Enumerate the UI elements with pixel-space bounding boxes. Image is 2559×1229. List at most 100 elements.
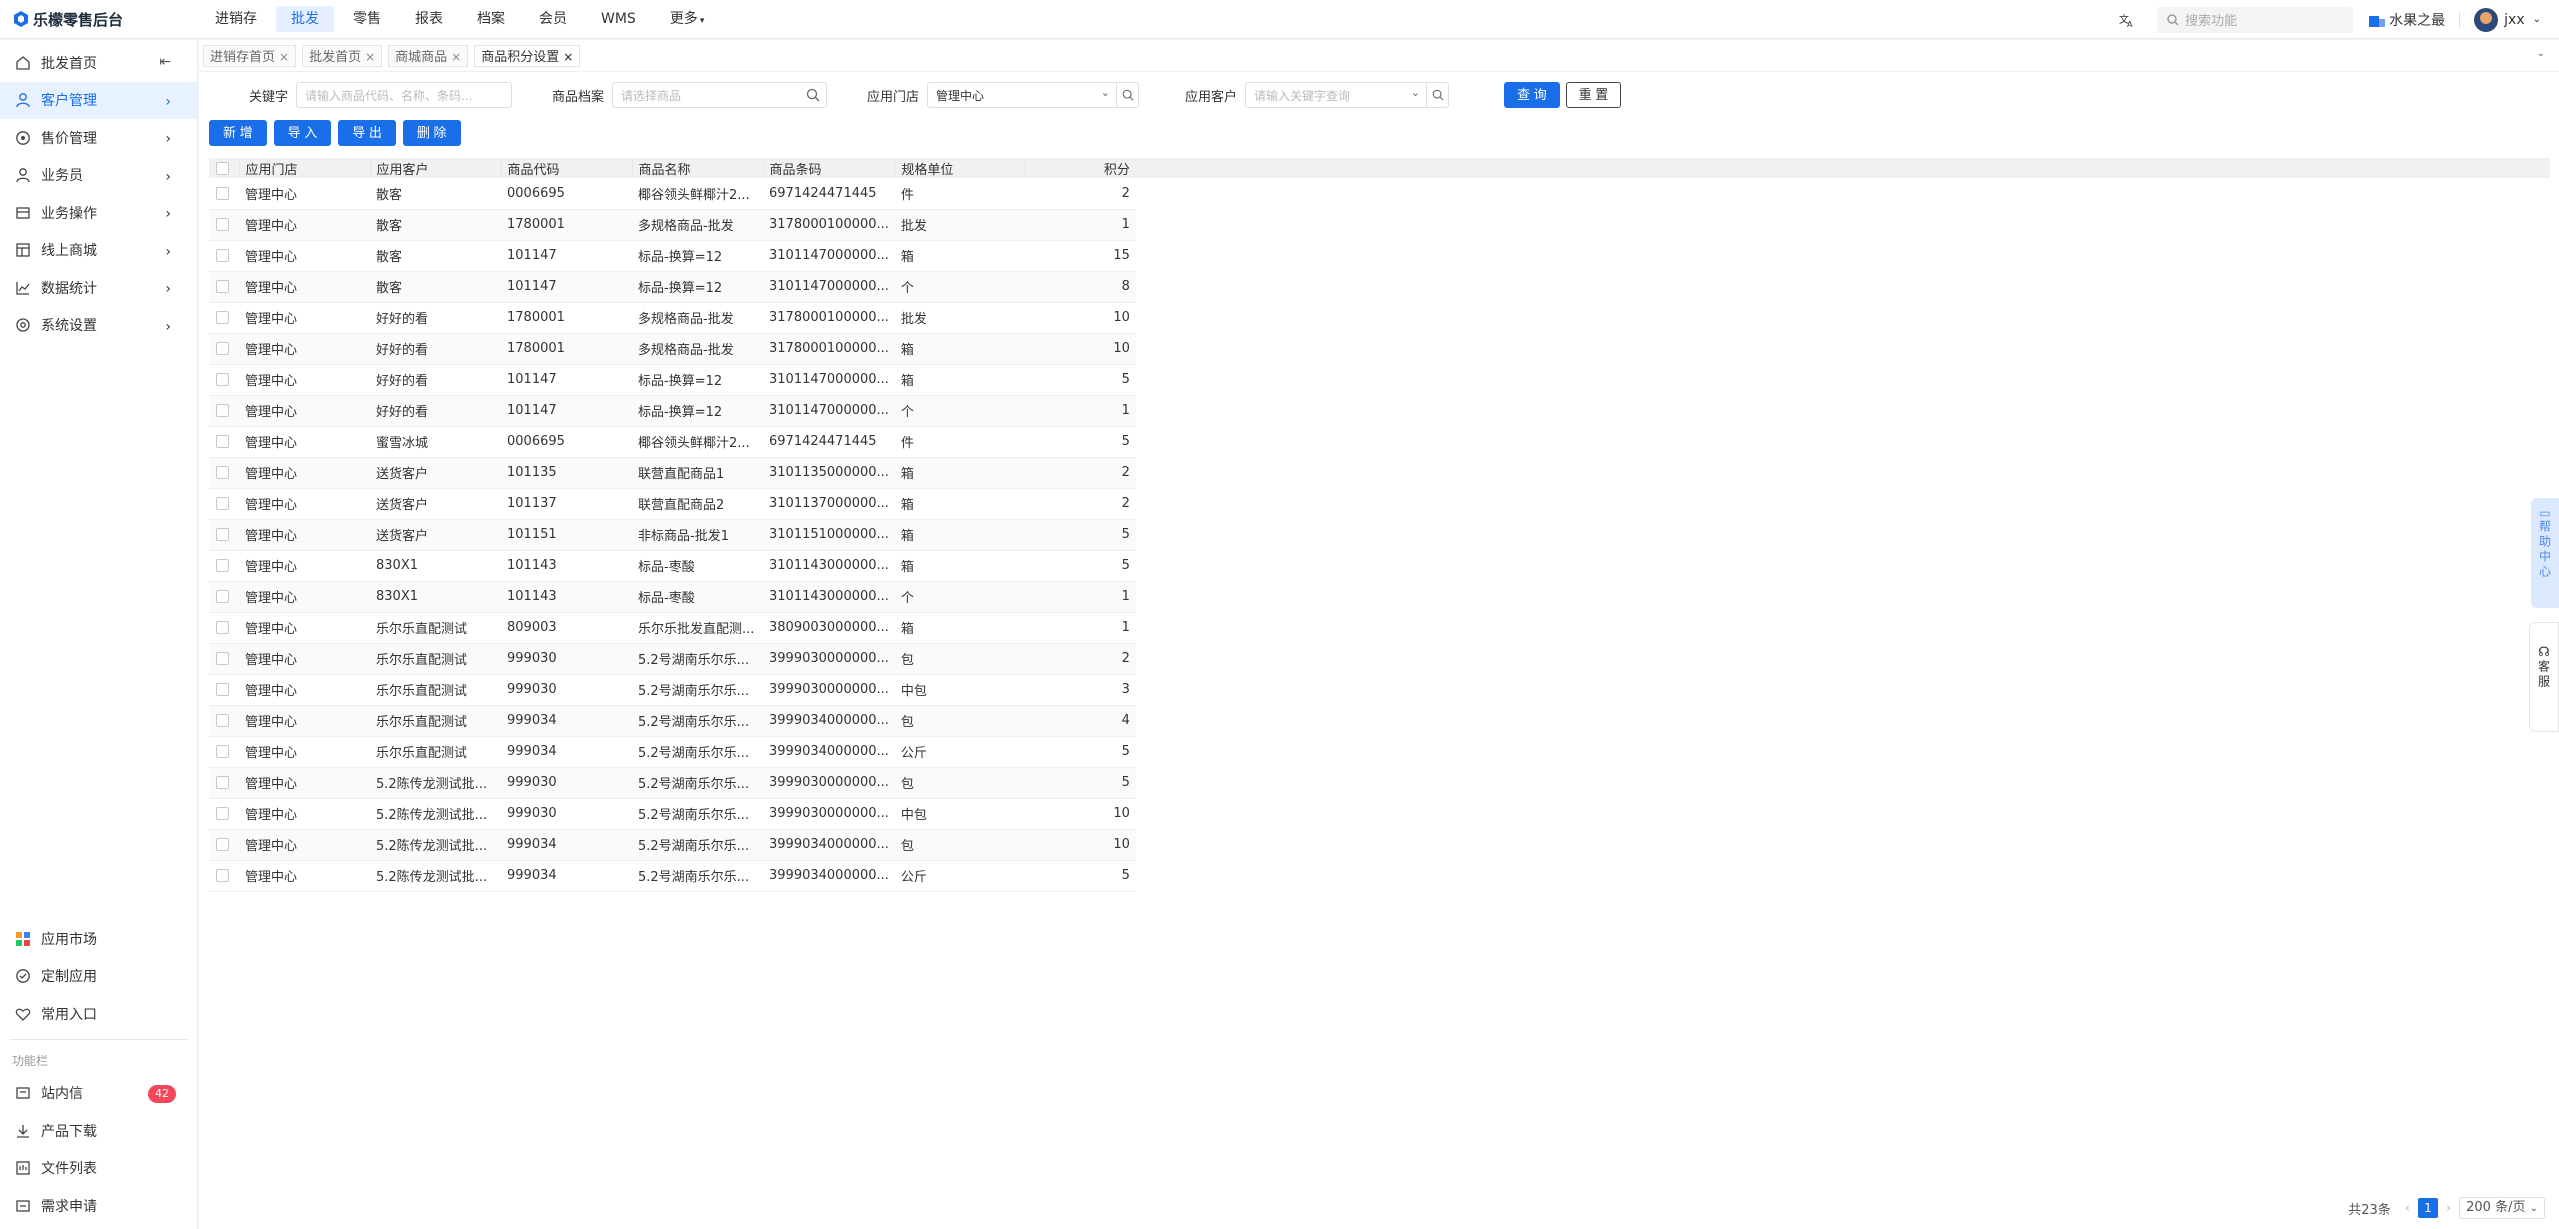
table-row[interactable]: 管理中心 好好的看 101147 标品-换算=12 3101147000000... 箱 5 bbox=[209, 364, 1136, 396]
row-checkbox[interactable] bbox=[216, 497, 229, 510]
topnav-inventory[interactable]: 进销存 bbox=[200, 6, 272, 32]
table-row[interactable]: 管理中心 散客 101147 标品-换算=12 3101147000000... 箱 15 bbox=[209, 240, 1136, 272]
col-name[interactable]: 商品名称 bbox=[632, 158, 764, 178]
table-row[interactable]: 管理中心 送货客户 101151 非标商品-批发1 3101151000000... 箱 5 bbox=[209, 519, 1136, 551]
row-checkbox[interactable] bbox=[216, 714, 229, 727]
sidebar-item-salesman[interactable]: 业务员 › bbox=[0, 157, 197, 195]
sidebar-item-operations[interactable]: 业务操作 › bbox=[0, 194, 197, 232]
sidebar-item-custom-app[interactable]: 定制应用 bbox=[0, 958, 198, 996]
col-customer[interactable]: 应用客户 bbox=[370, 158, 502, 178]
table-row[interactable]: 管理中心 5.2陈传龙测试批... 999030 5.2号湖南乐尔乐... 399903… bbox=[209, 767, 1136, 799]
topnav-more[interactable]: 更多 ▾ bbox=[655, 6, 720, 32]
page-size-select[interactable]: 200 条/页 ⌄ bbox=[2459, 1197, 2545, 1219]
table-row[interactable]: 管理中心 5.2陈传龙测试批... 999034 5.2号湖南乐尔乐... 399903… bbox=[209, 829, 1136, 861]
import-button[interactable]: 导 入 bbox=[273, 120, 332, 146]
row-checkbox[interactable] bbox=[216, 528, 229, 541]
row-checkbox[interactable] bbox=[216, 745, 229, 758]
sidebar-item-pricing[interactable]: 售价管理 › bbox=[0, 119, 197, 157]
row-checkbox[interactable] bbox=[216, 869, 229, 882]
row-checkbox[interactable] bbox=[216, 683, 229, 696]
customer-search-button[interactable] bbox=[1427, 82, 1450, 108]
close-icon[interactable]: × bbox=[451, 50, 461, 64]
row-checkbox[interactable] bbox=[216, 838, 229, 851]
query-button[interactable]: 查 询 bbox=[1504, 82, 1560, 108]
row-checkbox[interactable] bbox=[216, 590, 229, 603]
row-checkbox[interactable] bbox=[216, 311, 229, 324]
row-checkbox[interactable] bbox=[216, 342, 229, 355]
row-checkbox[interactable] bbox=[216, 373, 229, 386]
close-icon[interactable]: × bbox=[563, 50, 573, 64]
row-checkbox[interactable] bbox=[216, 435, 229, 448]
tabs-menu-chevron-down-icon[interactable]: ⌄ bbox=[2537, 48, 2545, 59]
customer-select[interactable]: 请输入关键字查询 ⌄ bbox=[1245, 82, 1428, 108]
close-icon[interactable]: × bbox=[365, 50, 375, 64]
sidebar-item-statistics[interactable]: 数据统计 › bbox=[0, 269, 197, 307]
row-checkbox[interactable] bbox=[216, 280, 229, 293]
next-page-icon[interactable]: › bbox=[2446, 1201, 2451, 1216]
table-row[interactable]: 管理中心 散客 0006695 椰谷领头鲜椰汁2... 6971424471445 件 2 bbox=[209, 178, 1136, 210]
topnav-retail[interactable]: 零售 bbox=[338, 6, 396, 32]
sidebar-item-download[interactable]: 产品下载 bbox=[0, 1112, 198, 1150]
row-checkbox[interactable] bbox=[216, 807, 229, 820]
row-checkbox[interactable] bbox=[216, 404, 229, 417]
table-row[interactable]: 管理中心 830X1 101143 标品-枣酸 3101143000000... 个 1 bbox=[209, 581, 1136, 613]
app-logo[interactable]: 乐檬零售后台 bbox=[0, 9, 200, 30]
table-row[interactable]: 管理中心 散客 1780001 多规格商品-批发 3178000100000... 批发 1 bbox=[209, 209, 1136, 241]
table-row[interactable]: 管理中心 蜜雪冰城 0006695 椰谷领头鲜椰汁2... 6971424471445 件… bbox=[209, 426, 1136, 458]
tab-inventory-home[interactable]: 进销存首页 × bbox=[203, 44, 297, 67]
translate-icon[interactable]: 文A bbox=[2119, 12, 2135, 28]
col-points[interactable]: 积分 bbox=[1026, 158, 1136, 178]
product-select[interactable]: 请选择商品 bbox=[612, 82, 828, 108]
table-row[interactable]: 管理中心 送货客户 101137 联营直配商品2 3101137000000... 箱 2 bbox=[209, 488, 1136, 520]
table-row[interactable]: 管理中心 好好的看 1780001 多规格商品-批发 3178000100000... 批… bbox=[209, 302, 1136, 334]
sidebar-item-system-settings[interactable]: 系统设置 › bbox=[0, 307, 197, 345]
table-row[interactable]: 管理中心 送货客户 101135 联营直配商品1 3101135000000... 箱 2 bbox=[209, 457, 1136, 489]
table-row[interactable]: 管理中心 乐尔乐直配测试 999030 5.2号湖南乐尔乐... 39990300000… bbox=[209, 674, 1136, 706]
reset-button[interactable]: 重 置 bbox=[1565, 82, 1622, 108]
collapse-sidebar-icon[interactable]: ⇤ bbox=[159, 54, 171, 70]
table-row[interactable]: 管理中心 乐尔乐直配测试 999034 5.2号湖南乐尔乐... 39990340000… bbox=[209, 705, 1136, 737]
row-checkbox[interactable] bbox=[216, 559, 229, 572]
topnav-wms[interactable]: WMS bbox=[586, 6, 651, 32]
sidebar-item-app-market[interactable]: 应用市场 bbox=[0, 920, 198, 958]
store-select[interactable]: 管理中心 ⌄ bbox=[927, 82, 1118, 108]
sidebar-item-favorites[interactable]: 常用入口 bbox=[0, 995, 198, 1033]
row-checkbox[interactable] bbox=[216, 776, 229, 789]
sidebar-item-messages[interactable]: 站内信 42 bbox=[0, 1075, 198, 1113]
col-store[interactable]: 应用门店 bbox=[239, 158, 371, 178]
tab-mall-products[interactable]: 商城商品 × bbox=[388, 44, 469, 67]
topnav-reports[interactable]: 报表 bbox=[400, 6, 458, 32]
topnav-archive[interactable]: 档案 bbox=[462, 6, 520, 32]
table-row[interactable]: 管理中心 乐尔乐直配测试 999034 5.2号湖南乐尔乐... 39990340000… bbox=[209, 736, 1136, 768]
select-all-checkbox[interactable] bbox=[216, 161, 229, 175]
prev-page-icon[interactable]: ‹ bbox=[2405, 1201, 2410, 1216]
table-row[interactable]: 管理中心 5.2陈传龙测试批... 999034 5.2号湖南乐尔乐... 399903… bbox=[209, 860, 1136, 892]
row-checkbox[interactable] bbox=[216, 249, 229, 262]
help-center-float[interactable]: ▭ 帮助中心 bbox=[2531, 498, 2559, 608]
col-code[interactable]: 商品代码 bbox=[501, 158, 633, 178]
tab-product-points[interactable]: 商品积分设置 × bbox=[474, 44, 581, 67]
row-checkbox[interactable] bbox=[216, 621, 229, 634]
sidebar-item-customer[interactable]: 客户管理 › bbox=[0, 81, 197, 119]
shop-switcher[interactable]: 水果之最 bbox=[2369, 10, 2445, 30]
table-row[interactable]: 管理中心 5.2陈传龙测试批... 999030 5.2号湖南乐尔乐... 399903… bbox=[209, 798, 1136, 830]
close-icon[interactable]: × bbox=[279, 50, 289, 64]
row-checkbox[interactable] bbox=[216, 652, 229, 665]
keyword-input[interactable]: 请输入商品代码、名称、条码... bbox=[296, 82, 513, 108]
add-button[interactable]: 新 增 bbox=[209, 120, 267, 146]
topnav-member[interactable]: 会员 bbox=[524, 6, 582, 32]
tab-wholesale-home[interactable]: 批发首页 × bbox=[302, 44, 383, 67]
table-row[interactable]: 管理中心 乐尔乐直配测试 999030 5.2号湖南乐尔乐... 39990300000… bbox=[209, 643, 1136, 675]
table-row[interactable]: 管理中心 好好的看 101147 标品-换算=12 3101147000000... 个 1 bbox=[209, 395, 1136, 427]
user-menu[interactable]: jxx ⌄ bbox=[2474, 7, 2541, 32]
sidebar-item-online-mall[interactable]: 线上商城 › bbox=[0, 232, 197, 270]
topnav-wholesale[interactable]: 批发 bbox=[276, 6, 334, 32]
store-search-button[interactable] bbox=[1117, 82, 1140, 108]
delete-button[interactable]: 删 除 bbox=[402, 120, 461, 146]
row-checkbox[interactable] bbox=[216, 466, 229, 479]
sidebar-item-requests[interactable]: 需求申请 bbox=[0, 1187, 198, 1225]
table-row[interactable]: 管理中心 乐尔乐直配测试 809003 乐尔乐批发直配测... 380900300000… bbox=[209, 612, 1136, 644]
function-search-input[interactable]: 搜索功能 bbox=[2157, 6, 2354, 33]
sidebar-item-wholesale-home[interactable]: 批发首页 ⇤ bbox=[0, 44, 197, 82]
table-row[interactable]: 管理中心 好好的看 1780001 多规格商品-批发 3178000100000... 箱… bbox=[209, 333, 1136, 365]
